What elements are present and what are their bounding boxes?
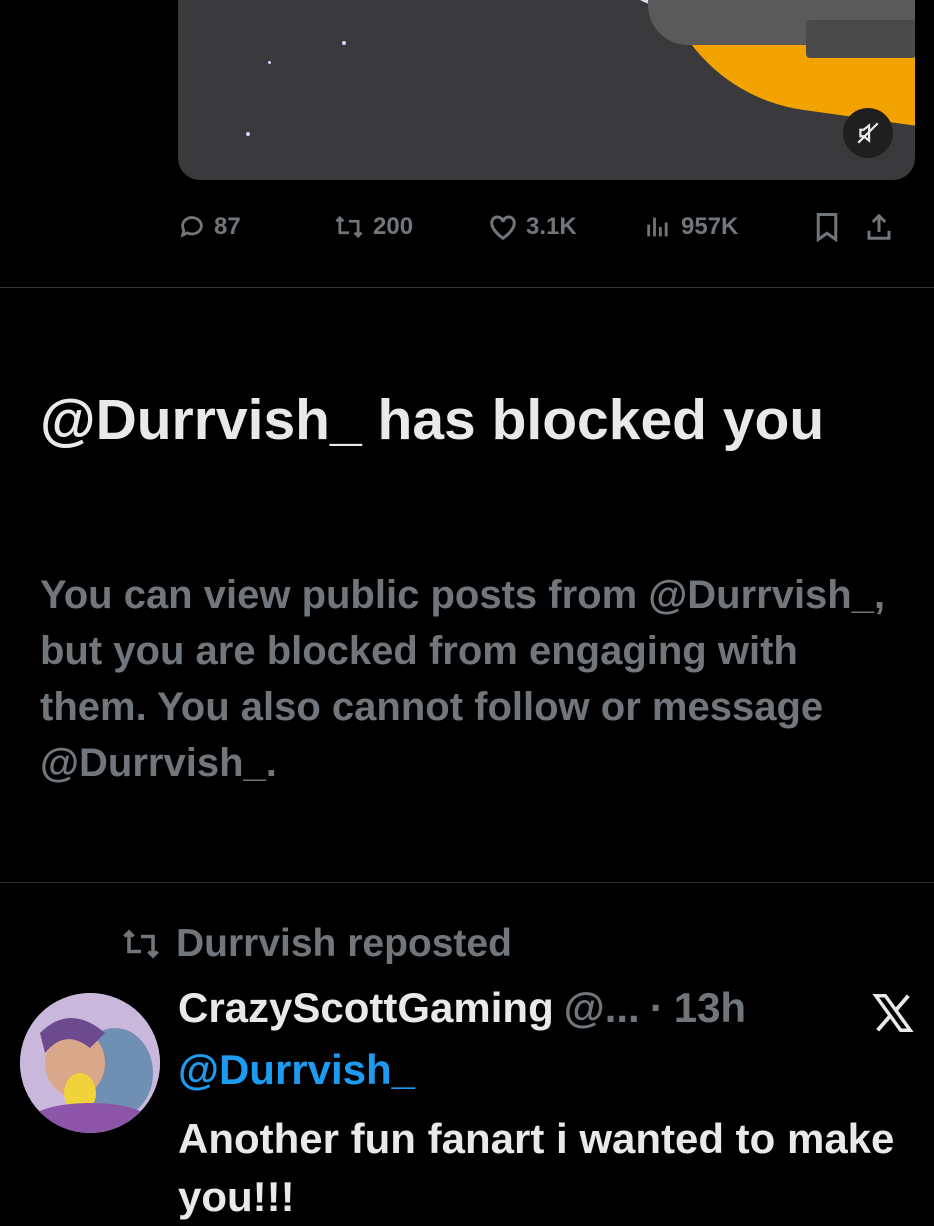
tweet-action-bar: 87 200 3.1K 957K xyxy=(178,205,915,249)
repost-label: Durrvish reposted xyxy=(176,922,512,965)
view-count: 957K xyxy=(681,213,739,240)
repost-count: 200 xyxy=(373,213,414,240)
meta-separator: · xyxy=(649,984,664,1031)
media-sparkle xyxy=(268,61,271,64)
divider xyxy=(0,287,934,288)
tweet-media-video[interactable] xyxy=(178,0,915,180)
tweet-author-row: CrazyScottGaming @... · 13h xyxy=(178,984,746,1032)
like-button[interactable]: 3.1K xyxy=(488,213,643,241)
author-handle[interactable]: @... xyxy=(564,984,640,1032)
views-button[interactable]: 957K xyxy=(643,213,791,241)
mute-button[interactable] xyxy=(843,108,893,158)
repost-icon xyxy=(335,215,363,239)
media-sparkle xyxy=(342,41,346,45)
avatar[interactable] xyxy=(20,993,160,1133)
mention-link[interactable]: @Durrvish_ xyxy=(178,1046,415,1094)
reply-count: 87 xyxy=(214,213,241,240)
repost-button[interactable]: 200 xyxy=(333,213,488,241)
share-icon xyxy=(867,213,891,240)
x-logo-icon xyxy=(872,994,914,1032)
media-object-grip xyxy=(806,20,915,58)
mute-icon xyxy=(857,122,879,144)
blocked-title: @Durrvish_ has blocked you xyxy=(40,388,825,452)
reply-button[interactable]: 87 xyxy=(178,213,333,241)
repost-icon xyxy=(123,929,159,959)
media-sparkle xyxy=(246,132,250,136)
repost-indicator[interactable]: Durrvish reposted xyxy=(116,922,512,966)
share-button[interactable] xyxy=(863,212,895,242)
tweet-timestamp[interactable]: 13h xyxy=(674,984,746,1032)
views-icon xyxy=(647,217,668,237)
like-count: 3.1K xyxy=(526,213,577,240)
tweet-text: Another fun fanart i wanted to make you!… xyxy=(178,1115,895,1220)
reply-icon xyxy=(180,216,203,238)
like-icon xyxy=(490,215,516,241)
bookmark-icon xyxy=(816,213,838,242)
blocked-description: You can view public posts from @Durrvish… xyxy=(40,573,886,785)
divider xyxy=(0,882,934,883)
bookmark-button[interactable] xyxy=(791,212,863,242)
avatar-image xyxy=(20,993,160,1133)
author-name[interactable]: CrazyScottGaming xyxy=(178,984,554,1032)
